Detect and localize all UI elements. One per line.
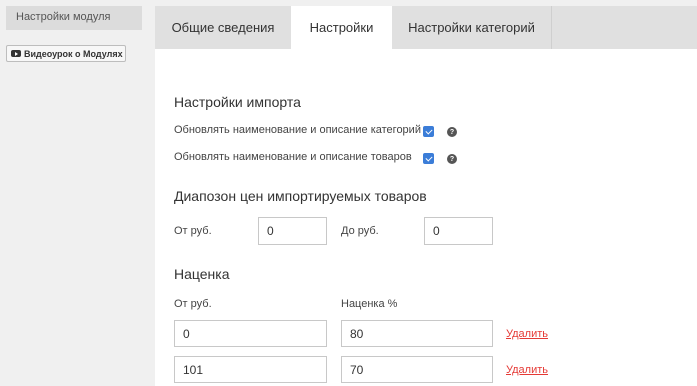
price-to-input[interactable] <box>424 217 493 245</box>
delete-markup-row-link[interactable]: Удалить <box>506 364 548 376</box>
price-from-label: От руб. <box>174 225 212 237</box>
markup-row-from-input[interactable] <box>174 320 327 347</box>
tab-bar: Общие сведения Настройки Настройки катег… <box>155 6 697 49</box>
sidebar-item-module-settings[interactable]: Настройки модуля <box>6 6 142 30</box>
video-tutorial-button[interactable]: Видеоурок о Модулях <box>6 45 126 62</box>
tab-category-settings[interactable]: Настройки категорий <box>392 6 552 49</box>
markup-title: Наценка <box>174 266 230 282</box>
video-tutorial-label: Видеоурок о Модулях <box>24 48 123 59</box>
update-categories-label: Обновлять наименование и описание катего… <box>174 124 421 136</box>
delete-markup-row-link[interactable]: Удалить <box>506 328 548 340</box>
update-products-label: Обновлять наименование и описание товаро… <box>174 151 412 163</box>
settings-panel: Настройки импорта Обновлять наименование… <box>155 49 697 386</box>
markup-row-percent-input[interactable] <box>341 356 493 383</box>
youtube-icon <box>11 50 21 57</box>
markup-percent-column-label: Наценка % <box>341 298 398 310</box>
import-settings-title: Настройки импорта <box>174 94 301 110</box>
markup-from-column-label: От руб. <box>174 298 212 310</box>
sidebar: Настройки модуля Видеоурок о Модулях <box>0 0 155 386</box>
price-to-label: До руб. <box>341 225 379 237</box>
markup-row-from-input[interactable] <box>174 356 327 383</box>
help-icon[interactable]: ? <box>447 127 457 137</box>
tab-settings[interactable]: Настройки <box>291 6 392 49</box>
update-categories-checkbox[interactable] <box>423 126 434 137</box>
price-from-input[interactable] <box>258 217 327 245</box>
markup-row-percent-input[interactable] <box>341 320 493 347</box>
update-products-checkbox[interactable] <box>423 153 434 164</box>
tab-general-info[interactable]: Общие сведения <box>155 6 291 49</box>
price-range-title: Диапозон цен импортируемых товаров <box>174 188 427 204</box>
help-icon[interactable]: ? <box>447 154 457 164</box>
